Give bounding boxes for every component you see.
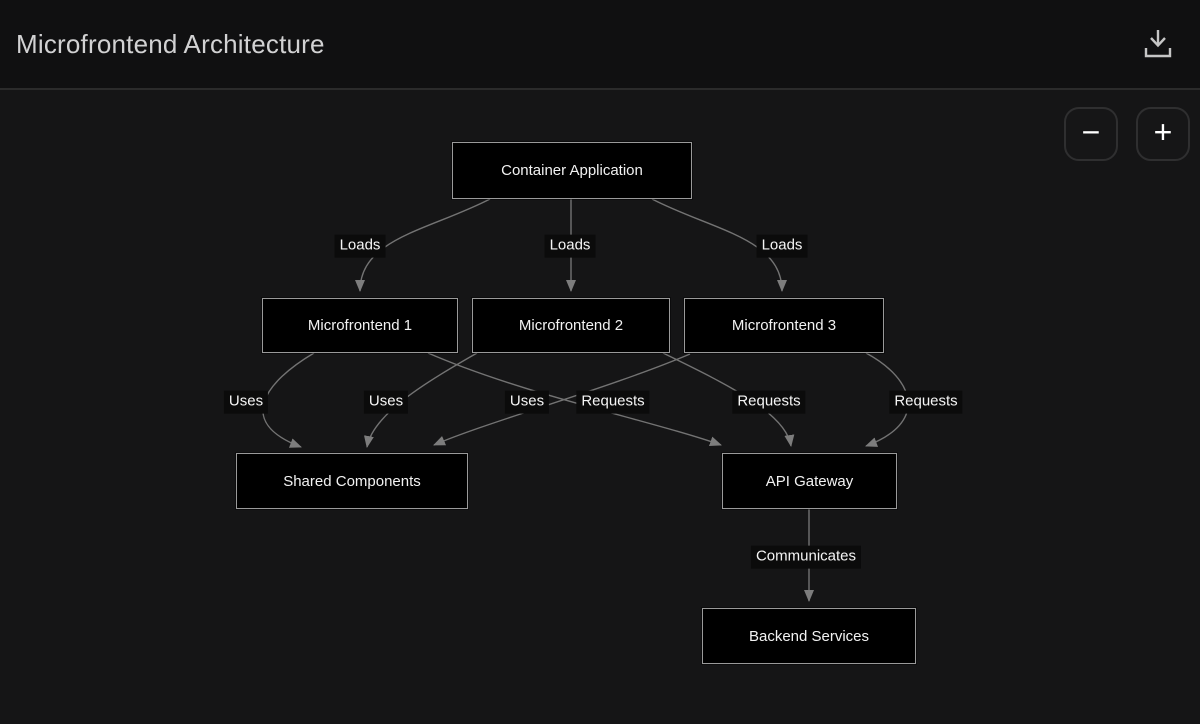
edge-label-loads-3: Loads (757, 235, 808, 258)
edge-mf1-shared (263, 353, 314, 447)
edge-label-requests-3: Requests (889, 391, 962, 414)
node-microfrontend-3: Microfrontend 3 (684, 298, 884, 353)
edge-label-loads-1: Loads (335, 235, 386, 258)
plus-icon: + (1154, 116, 1173, 148)
node-api-gateway: API Gateway (722, 453, 897, 509)
zoom-out-button[interactable]: − (1064, 107, 1118, 161)
edge-label-requests-2: Requests (732, 391, 805, 414)
zoom-controls: − + (1064, 107, 1190, 161)
edge-label-uses-3: Uses (505, 391, 549, 414)
node-shared-components: Shared Components (236, 453, 468, 509)
download-icon (1143, 27, 1173, 62)
diagram-canvas[interactable]: Container Application Microfrontend 1 Mi… (0, 90, 1200, 724)
page-title: Microfrontend Architecture (16, 29, 325, 60)
edge-label-loads-2: Loads (545, 235, 596, 258)
diagram-viewer-app: Microfrontend Architecture (0, 0, 1200, 724)
node-container-application: Container Application (452, 142, 692, 199)
edge-label-uses-2: Uses (364, 391, 408, 414)
node-microfrontend-2: Microfrontend 2 (472, 298, 670, 353)
node-backend-services: Backend Services (702, 608, 916, 664)
header-bar: Microfrontend Architecture (0, 0, 1200, 90)
minus-icon: − (1082, 116, 1101, 148)
zoom-in-button[interactable]: + (1136, 107, 1190, 161)
edge-label-requests-1: Requests (576, 391, 649, 414)
edge-label-communicates: Communicates (751, 546, 861, 569)
download-button[interactable] (1138, 24, 1178, 64)
node-microfrontend-1: Microfrontend 1 (262, 298, 458, 353)
edge-label-uses-1: Uses (224, 391, 268, 414)
